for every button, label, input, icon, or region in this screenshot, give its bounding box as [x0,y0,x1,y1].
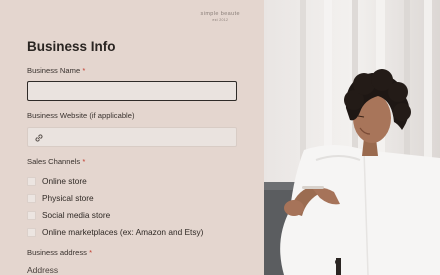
business-name-input[interactable] [27,81,237,101]
sales-channel-option-online-store[interactable]: Online store [27,175,87,187]
required-marker: * [82,157,86,166]
woman-applying-product-image [264,0,440,275]
checkbox-label: Online marketplaces (ex: Amazon and Etsy… [42,227,204,237]
sales-channel-option-social-media-store[interactable]: Social media store [27,209,110,221]
checkbox-label: Online store [42,176,87,186]
business-address-label-text: Business address [27,248,87,257]
checkbox[interactable] [27,227,36,237]
sales-channel-option-physical-store[interactable]: Physical store [27,192,94,204]
checkbox[interactable] [27,176,36,186]
required-marker: * [82,66,86,75]
business-website-label: Business Website (if applicable) [27,111,135,120]
checkbox[interactable] [27,210,36,220]
business-name-label-text: Business Name [27,66,81,75]
business-name-label: Business Name * [27,66,85,75]
link-icon [35,134,43,142]
sales-channel-option-online-marketplaces[interactable]: Online marketplaces (ex: Amazon and Etsy… [27,226,203,238]
brand-logo: simple beaute est 2012 [201,11,240,22]
checkbox[interactable] [27,193,36,203]
address-field-label: Address [27,265,59,275]
business-website-input[interactable] [27,127,237,147]
brand-name: simple beaute [200,11,240,17]
brand-established: est 2012 [212,18,229,22]
sales-channels-label: Sales Channels * [27,157,85,166]
checkbox-label: Social media store [42,210,111,220]
form-panel: simple beaute est 2012 Business Info Bus… [0,0,264,275]
checkbox-label: Physical store [42,193,94,203]
hero-photo [264,0,440,275]
page-title: Business Info [27,39,116,54]
sales-channels-label-text: Sales Channels [27,157,81,166]
business-address-label: Business address * [27,248,92,257]
required-marker: * [89,248,93,257]
